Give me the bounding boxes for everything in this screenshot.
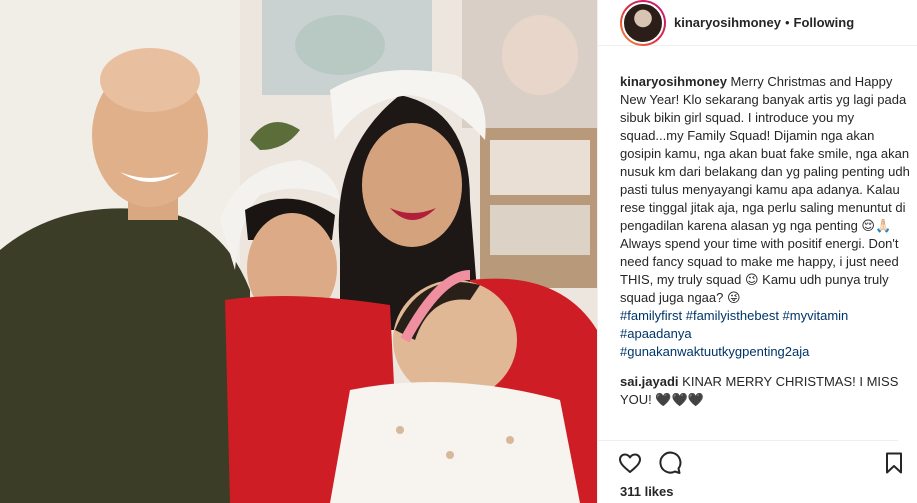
like-button[interactable]: [616, 449, 644, 477]
caption: kinaryosihmoney Merry Christmas and Happ…: [620, 73, 910, 307]
comments-section: kinaryosihmoney Merry Christmas and Happ…: [620, 73, 910, 409]
post-photo[interactable]: [0, 0, 597, 503]
following-button[interactable]: Following: [794, 15, 855, 30]
bookmark-icon: [886, 452, 902, 474]
caption-username[interactable]: kinaryosihmoney: [620, 74, 727, 89]
caption-text: Merry Christmas and Happy New Year! Klo …: [620, 74, 910, 305]
hashtags: #familyfirst #familyisthebest #myvitamin…: [620, 307, 910, 361]
likes-count[interactable]: 311 likes: [620, 484, 674, 499]
save-button[interactable]: [880, 449, 908, 477]
family-photo-image: [0, 0, 597, 503]
header-username[interactable]: kinaryosihmoney: [674, 15, 781, 30]
avatar-image: [622, 1, 664, 44]
post-header: kinaryosihmoney • Following: [598, 0, 917, 46]
hashtag-line[interactable]: #familyfirst #familyisthebest #myvitamin: [620, 307, 910, 325]
comment-item: sai.jayadi KINAR MERRY CHRISTMAS! I MISS…: [620, 373, 910, 409]
avatar[interactable]: [620, 0, 666, 46]
hashtag-line[interactable]: #gunakanwaktuutkygpenting2aja: [620, 343, 910, 361]
comment-username[interactable]: sai.jayadi: [620, 374, 679, 389]
header-separator: •: [784, 15, 790, 30]
comment-icon: [659, 451, 682, 474]
hashtag-line[interactable]: #apaadanya: [620, 325, 910, 343]
instagram-post: kinaryosihmoney • Following kinaryosihmo…: [0, 0, 917, 503]
actions-divider: [598, 440, 898, 441]
comment-button[interactable]: [656, 449, 684, 477]
heart-icon: [619, 453, 641, 473]
action-bar: [616, 449, 916, 477]
post-side-panel: kinaryosihmoney • Following kinaryosihmo…: [597, 0, 917, 503]
